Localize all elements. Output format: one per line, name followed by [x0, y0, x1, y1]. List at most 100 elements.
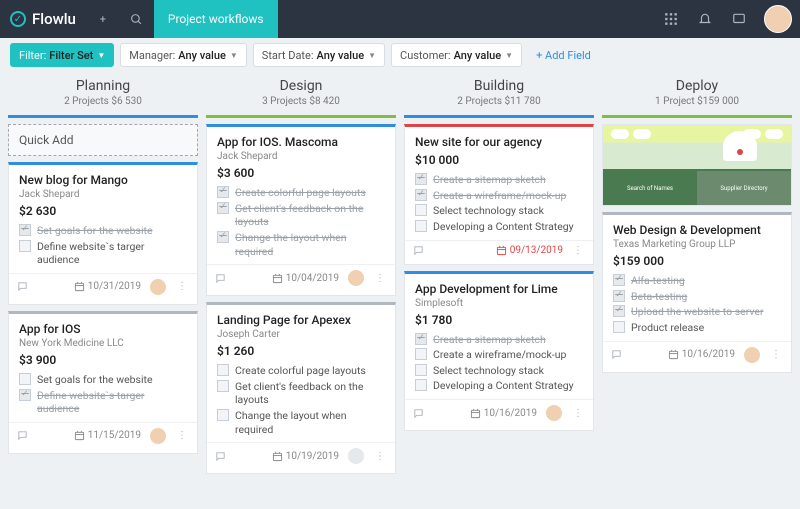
- kebab-icon[interactable]: ⋮: [175, 430, 189, 441]
- filter-chip[interactable]: Start Date:Any value▼: [253, 43, 385, 67]
- task-item[interactable]: Get client's feedback on the layouts: [217, 380, 385, 407]
- comment-icon[interactable]: [413, 408, 424, 419]
- task-item[interactable]: ✓Set goals for the website: [19, 224, 187, 238]
- apps-icon[interactable]: [654, 0, 688, 38]
- checkbox-icon[interactable]: ✓: [217, 186, 229, 198]
- card-thumbnail[interactable]: Search of NamesSupplier Directory: [602, 124, 792, 206]
- tab-project-workflows[interactable]: Project workflows: [154, 0, 278, 38]
- add-button[interactable]: +: [86, 0, 120, 38]
- kebab-icon[interactable]: ⋮: [571, 408, 585, 419]
- task-item[interactable]: Define website`s targer audience: [19, 240, 187, 267]
- checkbox-icon[interactable]: ✓: [19, 224, 31, 236]
- kebab-icon[interactable]: ⋮: [373, 273, 387, 284]
- checkbox-icon[interactable]: [415, 220, 427, 232]
- comment-icon[interactable]: [17, 430, 28, 441]
- filter-chip[interactable]: Customer:Any value▼: [391, 43, 522, 67]
- card-title: New site for our agency: [415, 135, 583, 149]
- task-item[interactable]: Set goals for the website: [19, 373, 187, 387]
- checkbox-icon[interactable]: [217, 364, 229, 376]
- search-button[interactable]: [120, 0, 154, 38]
- checkbox-icon[interactable]: ✓: [415, 173, 427, 185]
- task-item[interactable]: ✓Create a sitemap sketch: [415, 333, 583, 347]
- project-card[interactable]: App for IOS. Mascoma Jack Shepard $3 600…: [206, 124, 396, 296]
- assignee-avatar[interactable]: [149, 278, 167, 296]
- task-item[interactable]: ✓Change the layout when required: [217, 231, 385, 258]
- checkbox-icon[interactable]: ✓: [415, 189, 427, 201]
- project-card[interactable]: Web Design & Development Texas Marketing…: [602, 212, 792, 373]
- filter-set[interactable]: Filter: Filter Set ▼: [10, 43, 114, 67]
- assignee-avatar[interactable]: [743, 346, 761, 364]
- column: Planning 2 Projects $6 530 Quick Add New…: [8, 72, 198, 480]
- checkbox-icon[interactable]: ✓: [613, 305, 625, 317]
- task-item[interactable]: Create colorful page layouts: [217, 364, 385, 378]
- column: Deploy 1 Project $159 000 Search of Name…: [602, 72, 792, 480]
- checkbox-icon[interactable]: [217, 380, 229, 392]
- project-card[interactable]: App for IOS New York Medicine LLC $3 900…: [8, 311, 198, 454]
- task-item[interactable]: ✓Define website`s targer audience: [19, 389, 187, 416]
- logo: ✓ Flowlu: [0, 10, 86, 28]
- task-item[interactable]: Select technology stack: [415, 204, 583, 218]
- kanban-board: Planning 2 Projects $6 530 Quick Add New…: [0, 72, 800, 480]
- checkbox-icon[interactable]: [19, 240, 31, 252]
- assignee-avatar[interactable]: [347, 269, 365, 287]
- checkbox-icon[interactable]: ✓: [217, 202, 229, 214]
- project-card[interactable]: Landing Page for Apexex Joseph Carter $1…: [206, 302, 396, 474]
- kebab-icon[interactable]: ⋮: [175, 281, 189, 292]
- filter-chip[interactable]: Manager:Any value▼: [120, 43, 247, 67]
- kebab-icon[interactable]: ⋮: [769, 349, 783, 360]
- task-item[interactable]: ✓Upload the website to server: [613, 305, 781, 319]
- assignee-avatar[interactable]: [347, 447, 365, 465]
- kebab-icon[interactable]: ⋮: [571, 245, 585, 256]
- logo-check-icon: ✓: [10, 11, 26, 27]
- project-card[interactable]: App Development for Lime Simplesoft $1 7…: [404, 271, 594, 432]
- checkbox-icon[interactable]: [415, 204, 427, 216]
- chevron-down-icon: ▼: [505, 51, 513, 60]
- checkbox-icon[interactable]: [19, 373, 31, 385]
- quick-add[interactable]: Quick Add: [8, 124, 198, 156]
- project-card[interactable]: New site for our agency $10 000 ✓Create …: [404, 124, 594, 265]
- task-item[interactable]: ✓Alfa-testing: [613, 274, 781, 288]
- card-title: App for IOS: [19, 322, 187, 336]
- task-item[interactable]: Select technology stack: [415, 364, 583, 378]
- card-price: $1 780: [415, 313, 583, 327]
- comment-icon[interactable]: [611, 349, 622, 360]
- project-card[interactable]: New blog for Mango Jack Shepard $2 630 ✓…: [8, 162, 198, 305]
- checkbox-icon[interactable]: [415, 364, 427, 376]
- task-item[interactable]: Change the layout when required: [217, 409, 385, 436]
- checkbox-icon[interactable]: ✓: [613, 274, 625, 286]
- avatar[interactable]: [764, 5, 792, 33]
- comment-icon[interactable]: [413, 245, 424, 256]
- comment-icon[interactable]: [17, 281, 28, 292]
- comment-icon[interactable]: [215, 273, 226, 284]
- checkbox-icon[interactable]: [415, 379, 427, 391]
- kebab-icon[interactable]: ⋮: [373, 451, 387, 462]
- assignee-avatar[interactable]: [149, 427, 167, 445]
- assignee-avatar[interactable]: [545, 404, 563, 422]
- bell-icon[interactable]: [688, 0, 722, 38]
- card-subtitle: Joseph Carter: [217, 329, 385, 340]
- calendar-icon: [496, 245, 507, 256]
- card-footer: 10/16/2019 ⋮: [405, 399, 593, 426]
- task-item[interactable]: Create a wireframe/mock-up: [415, 348, 583, 362]
- column-header: Building 2 Projects $11 780: [404, 72, 594, 115]
- checkbox-icon[interactable]: ✓: [613, 290, 625, 302]
- checkbox-icon[interactable]: [415, 348, 427, 360]
- card-title: App for IOS. Mascoma: [217, 135, 385, 149]
- task-item[interactable]: ✓Create a sitemap sketch: [415, 173, 583, 187]
- task-item[interactable]: ✓Create a wireframe/mock-up: [415, 189, 583, 203]
- chat-icon[interactable]: [722, 0, 756, 38]
- checkbox-icon[interactable]: ✓: [415, 333, 427, 345]
- checkbox-icon[interactable]: ✓: [217, 231, 229, 243]
- add-field-button[interactable]: + Add Field: [528, 49, 599, 62]
- task-item[interactable]: ✓Create colorful page layouts: [217, 186, 385, 200]
- column-title: Design: [206, 78, 396, 94]
- checkbox-icon[interactable]: [613, 321, 625, 333]
- task-item[interactable]: Product release: [613, 321, 781, 335]
- comment-icon[interactable]: [215, 451, 226, 462]
- task-item[interactable]: Developing a Content Strategy: [415, 379, 583, 393]
- checkbox-icon[interactable]: ✓: [19, 389, 31, 401]
- task-item[interactable]: ✓Get client's feedback on the layouts: [217, 202, 385, 229]
- task-item[interactable]: Developing a Content Strategy: [415, 220, 583, 234]
- checkbox-icon[interactable]: [217, 409, 229, 421]
- task-item[interactable]: ✓Beta-testing: [613, 290, 781, 304]
